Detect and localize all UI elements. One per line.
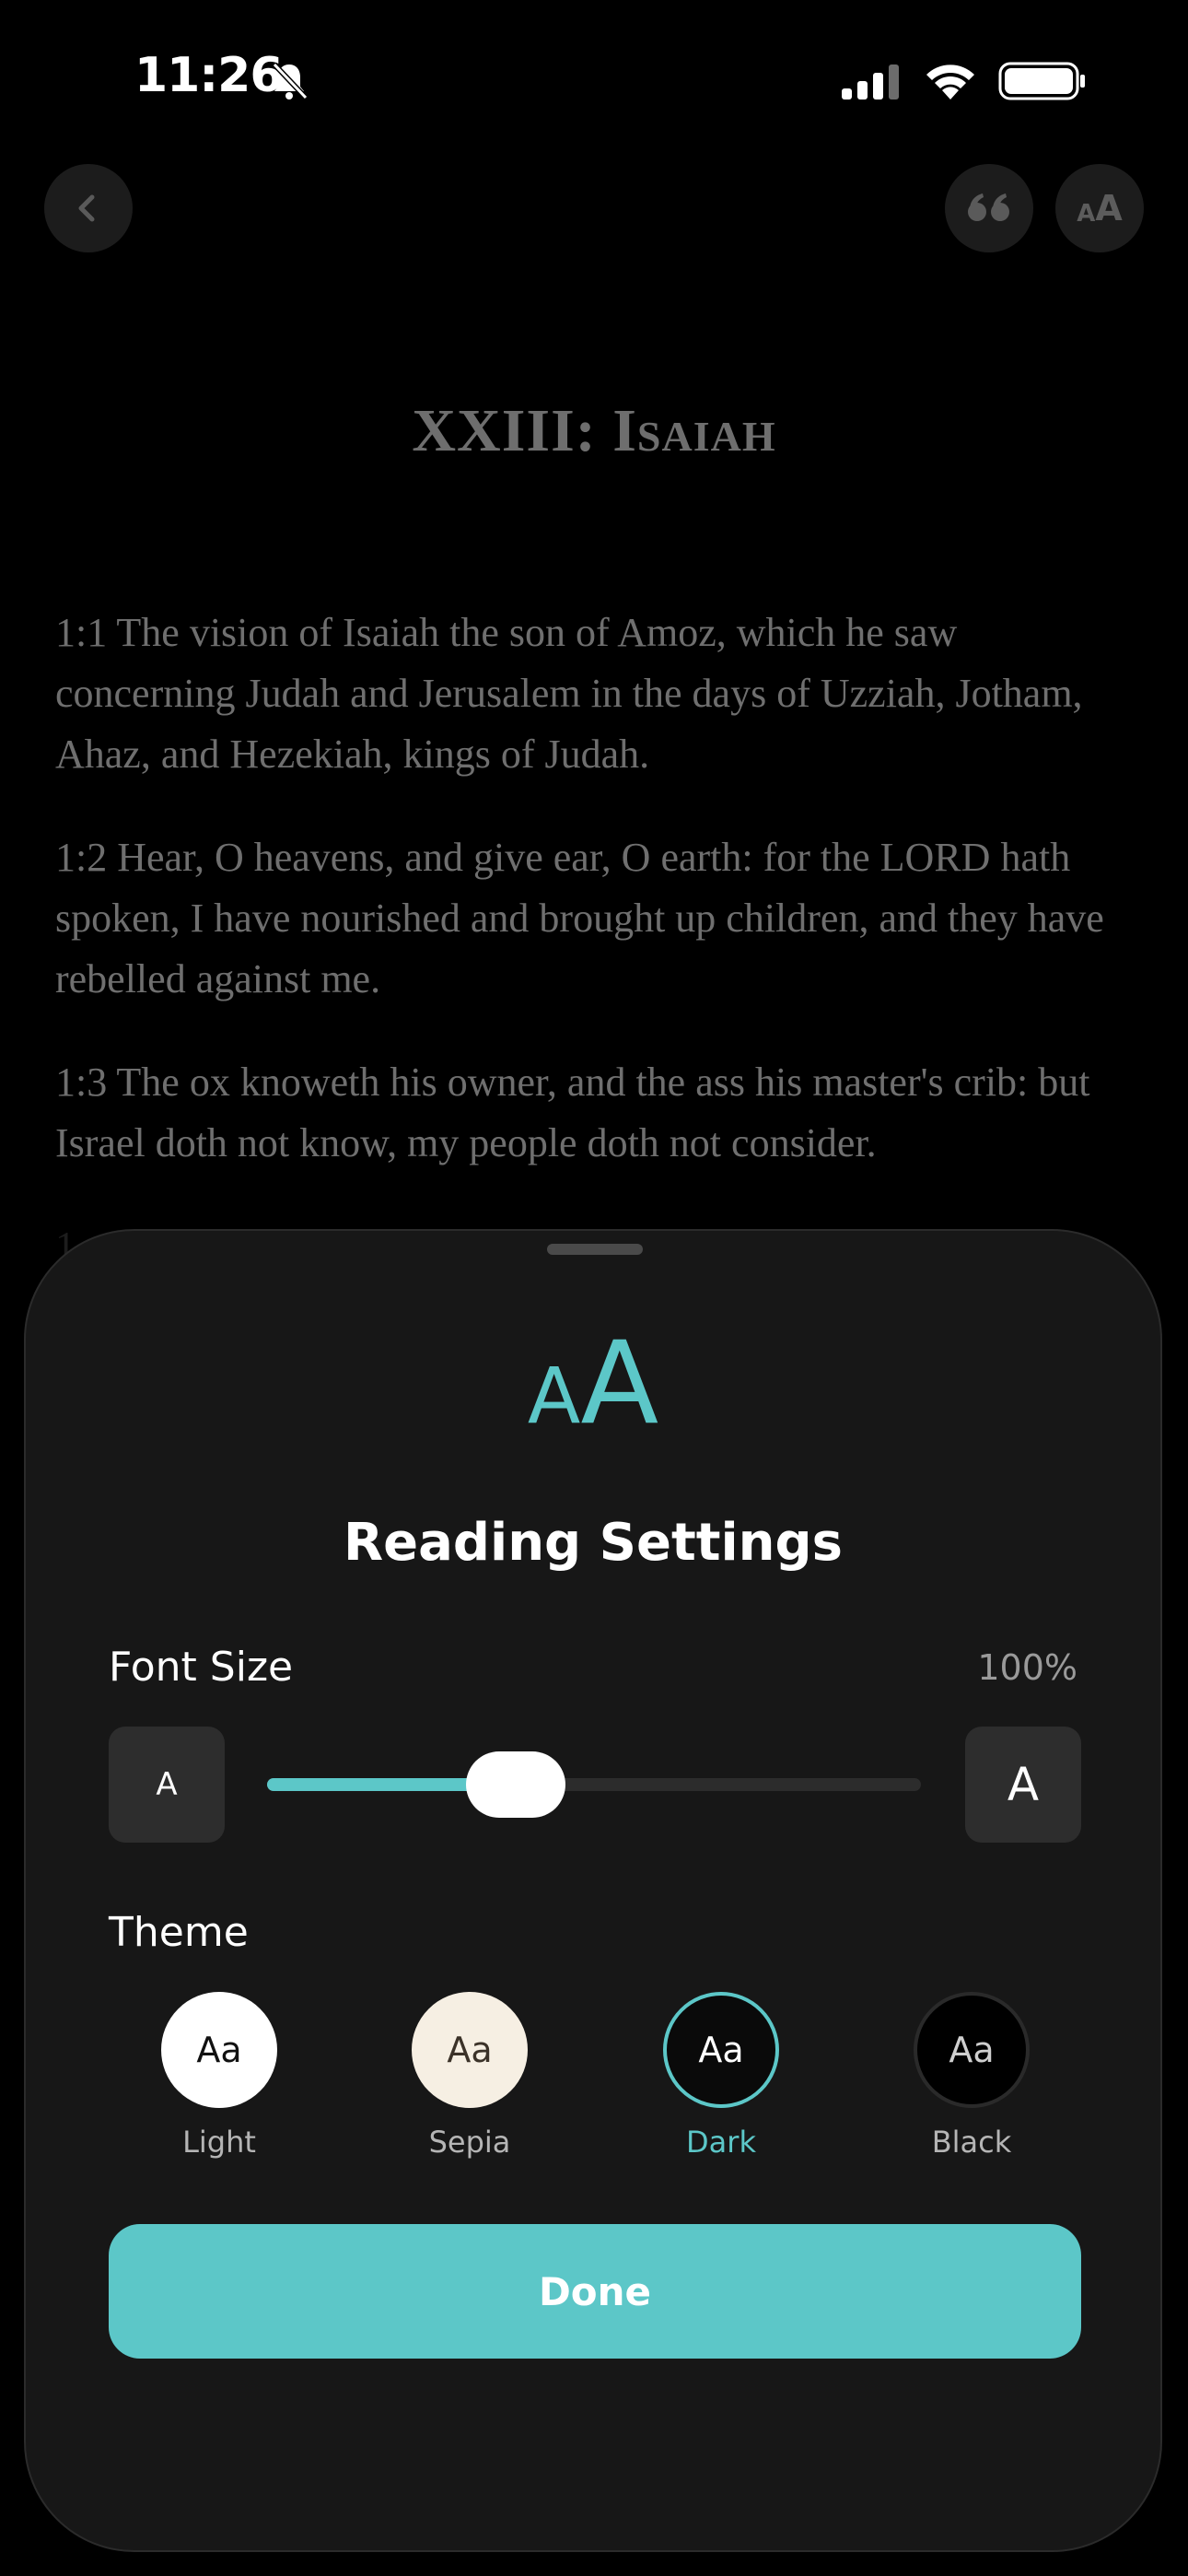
- theme-swatch: Aa: [412, 1992, 528, 2108]
- chevron-left-icon: [78, 194, 95, 222]
- theme-option-dark[interactable]: Aa Dark: [638, 1992, 804, 2160]
- wifi-icon: [926, 64, 974, 100]
- verse-list: 1:1 The vision of Isaiah the son of Amoz…: [55, 603, 1142, 1319]
- increase-font-button[interactable]: A: [965, 1727, 1081, 1843]
- theme-option-black[interactable]: Aa Black: [889, 1992, 1054, 2160]
- done-button[interactable]: Done: [109, 2224, 1081, 2359]
- sheet-title: Reading Settings: [344, 1513, 843, 1573]
- theme-name: Light: [182, 2125, 256, 2160]
- theme-options: Aa Light Aa Sepia Aa Dark Aa Black: [26, 1992, 1160, 2167]
- decrease-font-button[interactable]: A: [109, 1727, 225, 1843]
- reader-screen: 11:26 A A XXIII: Isaiah 1:1 The vision o…: [0, 0, 1188, 2576]
- theme-label: Theme: [109, 1909, 249, 1956]
- verse: 1:1 The vision of Isaiah the son of Amoz…: [55, 610, 1083, 777]
- theme-name: Black: [931, 2125, 1012, 2160]
- battery-icon: [998, 62, 1085, 100]
- bell-slash-icon: [272, 62, 309, 100]
- text-size-big-glyph: A: [1095, 188, 1123, 228]
- text-size-small-glyph: A: [1077, 200, 1096, 228]
- quote-icon: [968, 193, 1009, 221]
- theme-swatch: Aa: [663, 1992, 779, 2108]
- reading-settings-sheet: AA Reading Settings Font Size 100% A A T…: [24, 1229, 1162, 2552]
- theme-swatch: Aa: [914, 1992, 1030, 2108]
- theme-name: Dark: [686, 2125, 756, 2160]
- font-size-label: Font Size: [109, 1644, 294, 1691]
- theme-name: Sepia: [428, 2125, 511, 2160]
- sheet-drag-handle[interactable]: [547, 1244, 643, 1255]
- sheet-icon-small-glyph: A: [527, 1351, 581, 1441]
- theme-swatch: Aa: [161, 1992, 277, 2108]
- theme-option-sepia[interactable]: Aa Sepia: [387, 1992, 553, 2160]
- text-size-button[interactable]: A A: [1055, 164, 1144, 252]
- text-size-icon: A A: [1077, 191, 1123, 226]
- theme-option-light[interactable]: Aa Light: [136, 1992, 302, 2160]
- chapter-title: XXIII: Isaiah: [412, 397, 776, 464]
- sheet-icon-big-glyph: A: [580, 1317, 659, 1450]
- status-time: 11:26: [134, 48, 284, 103]
- text-size-icon: AA: [26, 1327, 1160, 1446]
- back-button[interactable]: [44, 164, 133, 252]
- verse: 1:2 Hear, O heavens, and give ear, O ear…: [55, 835, 1104, 1001]
- font-size-value: 100%: [977, 1647, 1077, 1688]
- quote-button[interactable]: [945, 164, 1033, 252]
- font-size-slider[interactable]: [267, 1778, 921, 1791]
- verse: 1:3 The ox knoweth his owner, and the as…: [55, 1060, 1090, 1165]
- font-size-slider-thumb[interactable]: [465, 1751, 565, 1818]
- cellular-signal-icon: [842, 64, 899, 100]
